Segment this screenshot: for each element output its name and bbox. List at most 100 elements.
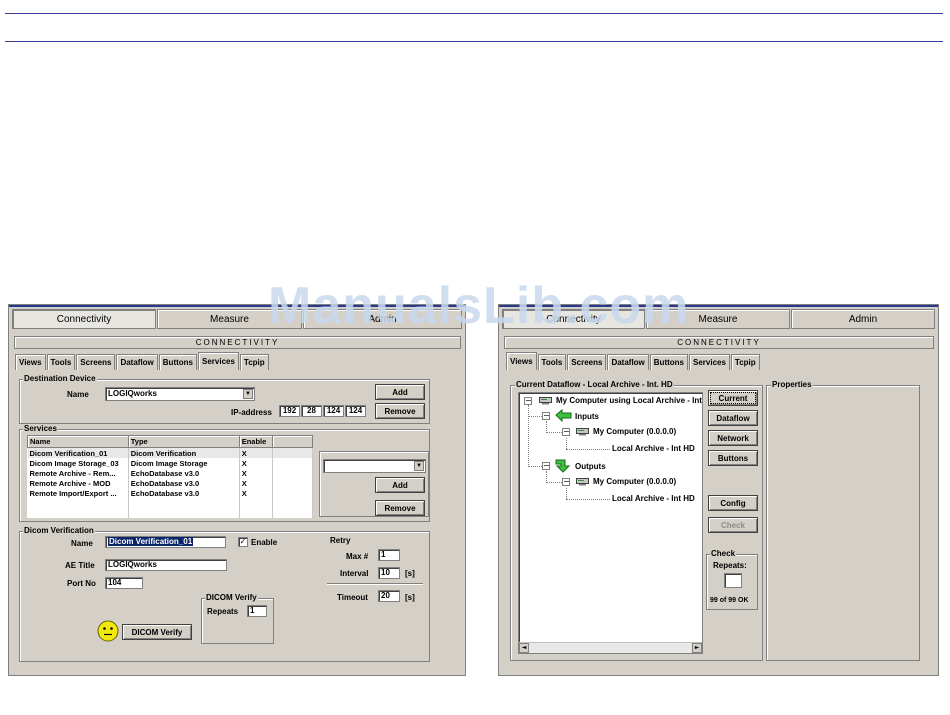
enable-checkbox[interactable]: ✓	[238, 537, 248, 547]
sub-tab-bar: Views Tools Screens Dataflow Buttons Ser…	[506, 352, 761, 371]
column-header-type[interactable]: Type	[127, 435, 240, 448]
dicom-name-label: Name	[71, 539, 93, 548]
destination-device-legend: Destination Device	[23, 374, 97, 383]
destination-add-button[interactable]: Add	[375, 384, 425, 400]
tab-admin[interactable]: Admin	[791, 309, 935, 329]
chevron-down-icon[interactable]: ▼	[243, 389, 253, 399]
tree-outputs-node[interactable]: Outputs	[575, 462, 606, 471]
repeats-label: Repeats	[207, 607, 239, 616]
destination-remove-button[interactable]: Remove	[375, 403, 425, 419]
ip-octet-3[interactable]: 124	[323, 405, 344, 417]
subtab-screens[interactable]: Screens	[76, 354, 116, 370]
timeout-unit: [s]	[405, 593, 415, 602]
ae-title-label: AE Title	[65, 561, 95, 570]
tab-admin[interactable]: Admin	[303, 309, 462, 329]
service-enable: X	[239, 447, 274, 458]
scroll-left-icon[interactable]: ◄	[519, 643, 529, 653]
subtab-tools[interactable]: Tools	[46, 354, 76, 370]
ip-octet-4[interactable]: 124	[345, 405, 366, 417]
service-name: Remote Import/Export ...	[27, 488, 129, 498]
subtab-tcpip[interactable]: Tcpip	[730, 354, 760, 370]
tree-input-computer-node[interactable]: My Computer (0.0.0.0)	[593, 427, 676, 436]
ip-octet-2[interactable]: 28	[301, 405, 322, 417]
chevron-down-icon[interactable]: ▼	[414, 461, 424, 471]
outputs-collapse-toggle[interactable]: −	[542, 462, 550, 470]
config-button[interactable]: Config	[708, 495, 758, 511]
subtab-dataflow[interactable]: Dataflow	[116, 354, 158, 370]
network-button[interactable]: Network	[708, 430, 758, 446]
ae-title-input[interactable]: LOGIQworks	[105, 559, 227, 571]
service-type: Dicom Image Storage	[128, 458, 240, 468]
service-type: Dicom Verification	[128, 447, 240, 458]
tree-output-computer-node[interactable]: My Computer (0.0.0.0)	[593, 477, 676, 486]
tree-horizontal-scrollbar[interactable]: ◄ ►	[519, 642, 702, 653]
tree-input-archive-node[interactable]: Local Archive - Int HD	[612, 444, 695, 453]
column-header-name[interactable]: Name	[27, 435, 129, 448]
timeout-label: Timeout	[337, 593, 368, 602]
tree-inputs-node[interactable]: Inputs	[575, 412, 599, 421]
interval-label: Interval	[340, 569, 369, 578]
tab-measure[interactable]: Measure	[157, 309, 302, 329]
interval-input[interactable]: 10	[378, 567, 400, 579]
subtab-dataflow[interactable]: Dataflow	[607, 354, 649, 370]
inputs-collapse-toggle[interactable]: −	[542, 412, 550, 420]
current-button[interactable]: Current	[708, 390, 758, 406]
output-computer-collapse-toggle[interactable]: −	[562, 478, 570, 486]
service-enable: X	[239, 458, 274, 468]
check-repeats-input[interactable]	[724, 573, 742, 588]
subtab-views[interactable]: Views	[15, 354, 46, 370]
subtab-services[interactable]: Services	[689, 354, 730, 370]
interval-unit: [s]	[405, 569, 415, 578]
table-row[interactable]: Dicom Image Storage_03 Dicom Image Stora…	[27, 458, 313, 468]
retry-divider	[327, 583, 423, 584]
timeout-input[interactable]: 20	[378, 590, 400, 602]
services-remove-button[interactable]: Remove	[375, 500, 425, 516]
service-name: Dicom Verification_01	[27, 447, 129, 458]
max-label: Max #	[346, 552, 369, 561]
destination-device-panel	[19, 379, 430, 424]
subtab-screens[interactable]: Screens	[567, 354, 607, 370]
column-header-spare	[272, 435, 313, 448]
right-connectivity-window: Connectivity Measure Admin CONNECTIVITY …	[498, 304, 939, 676]
table-row[interactable]: Remote Import/Export ... EchoDatabase v3…	[27, 488, 313, 498]
tab-connectivity[interactable]: Connectivity	[12, 309, 156, 329]
tree-output-archive-node[interactable]: Local Archive - Int HD	[612, 494, 695, 503]
dicom-name-input[interactable]: Dicom Verification_01	[105, 536, 226, 548]
dataflow-tree[interactable]: − My Computer using Local Archive - Int …	[518, 392, 703, 654]
destination-name-dropdown[interactable]: LOGIQworks ▼	[105, 387, 255, 401]
column-header-enable[interactable]: Enable	[238, 435, 274, 448]
buttons-button[interactable]: Buttons	[708, 450, 758, 466]
service-enable: X	[239, 468, 274, 478]
computer-icon	[539, 397, 552, 405]
root-collapse-toggle[interactable]: −	[524, 397, 532, 405]
subtab-buttons[interactable]: Buttons	[649, 354, 688, 370]
header-rule-top	[5, 13, 943, 14]
dataflow-button[interactable]: Dataflow	[708, 410, 758, 426]
input-computer-collapse-toggle[interactable]: −	[562, 428, 570, 436]
ip-octet-1[interactable]: 192	[279, 405, 300, 417]
subtab-views[interactable]: Views	[506, 352, 537, 370]
check-button[interactable]: Check	[708, 517, 758, 533]
scroll-right-icon[interactable]: ►	[692, 643, 702, 653]
subtab-buttons[interactable]: Buttons	[158, 354, 197, 370]
check-status-text: 99 of 99 OK	[710, 597, 749, 604]
service-type-dropdown[interactable]: ▼	[323, 459, 426, 473]
tab-measure[interactable]: Measure	[646, 309, 790, 329]
subtab-services[interactable]: Services	[198, 352, 239, 370]
repeats-input[interactable]: 1	[247, 605, 267, 617]
left-connectivity-window: Connectivity Measure Admin CONNECTIVITY …	[8, 304, 466, 676]
table-row[interactable]: Dicom Verification_01 Dicom Verification…	[27, 447, 313, 458]
input-arrow-icon	[555, 409, 572, 422]
subtab-tcpip[interactable]: Tcpip	[239, 354, 269, 370]
port-no-input[interactable]: 104	[105, 577, 143, 589]
services-add-button[interactable]: Add	[375, 477, 425, 493]
tree-root-node[interactable]: My Computer using Local Archive - Int	[556, 396, 702, 405]
current-dataflow-legend: Current Dataflow - Local Archive - Int. …	[515, 380, 674, 389]
dicom-verify-button[interactable]: DICOM Verify	[122, 624, 192, 640]
port-no-label: Port No	[67, 579, 96, 588]
table-row[interactable]: Remote Archive - MOD EchoDatabase v3.0 X	[27, 478, 313, 488]
tab-connectivity[interactable]: Connectivity	[502, 309, 645, 329]
table-row[interactable]: Remote Archive - Rem... EchoDatabase v3.…	[27, 468, 313, 478]
max-input[interactable]: 1	[378, 549, 400, 561]
subtab-tools[interactable]: Tools	[537, 354, 567, 370]
